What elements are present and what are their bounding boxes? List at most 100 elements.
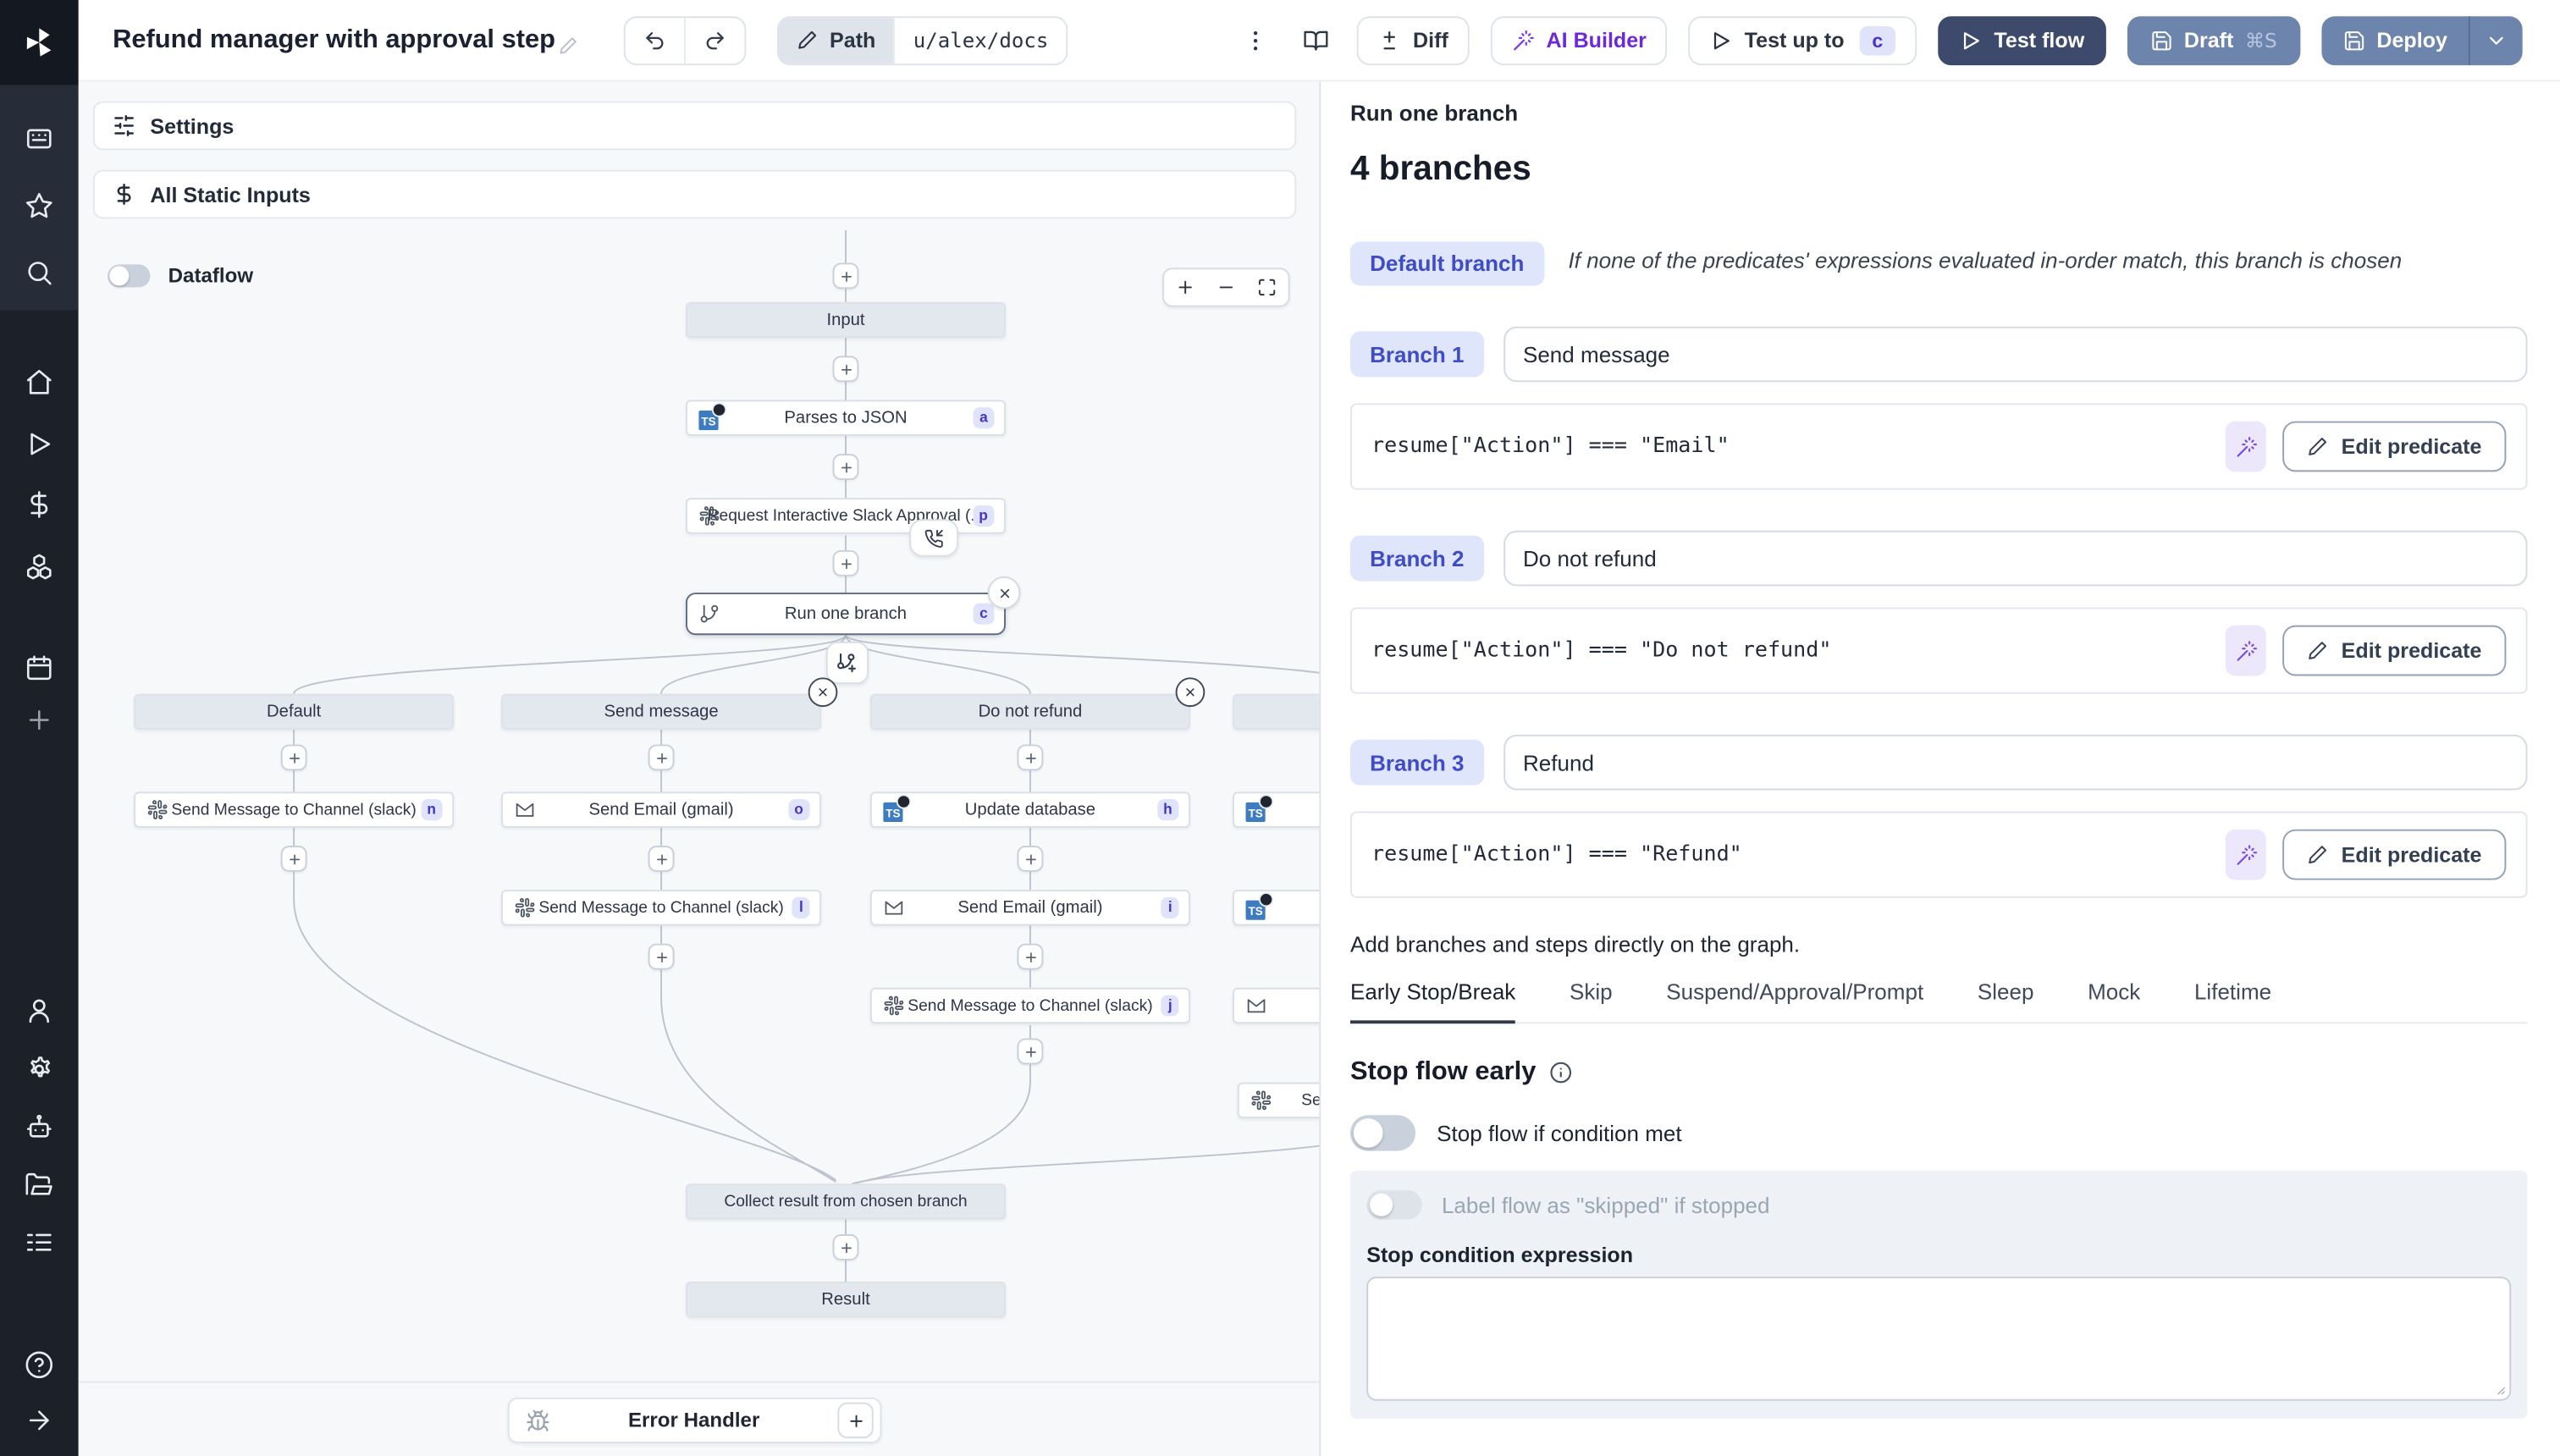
stop-flow-toggle[interactable] (1349, 1115, 1416, 1151)
flow-step-send-email-i[interactable]: Send Email (gmail) i (869, 890, 1190, 926)
sidebar-item-home[interactable] (25, 367, 54, 397)
settings-accordion[interactable]: Settings (92, 101, 1297, 151)
path-button[interactable]: Path (779, 17, 894, 63)
zoom-in-icon[interactable] (1175, 278, 1194, 297)
flow-title[interactable]: Refund manager with approval step (113, 25, 555, 55)
deploy-options-button[interactable] (2469, 15, 2523, 65)
branch-header-send-message[interactable]: Send message (501, 693, 822, 731)
deploy-button[interactable]: Deploy (2321, 15, 2469, 64)
branch-header-refund[interactable] (1233, 693, 1320, 731)
sidebar-item-help[interactable] (25, 1350, 54, 1380)
edit-predicate-button[interactable]: Edit predicate (2282, 421, 2507, 472)
branch-name-input[interactable] (1503, 326, 2528, 383)
flow-step-send-slack-j[interactable]: Send Message to Channel (slack) j (869, 987, 1190, 1024)
branch-header-default[interactable]: Default (134, 693, 455, 731)
sidebar-item-add[interactable] (25, 705, 54, 735)
save-icon (2342, 29, 2365, 52)
more-menu-button[interactable] (1237, 17, 1276, 63)
add-error-handler-button[interactable] (837, 1402, 874, 1439)
undo-button[interactable] (626, 17, 684, 63)
dataflow-toggle[interactable] (108, 264, 151, 288)
flow-node-input[interactable]: Input (686, 301, 1007, 339)
sidebar-collapse-button[interactable] (25, 1406, 54, 1436)
fit-view-icon[interactable] (1258, 278, 1277, 297)
edit-predicate-button[interactable]: Edit predicate (2282, 829, 2507, 880)
sidebar-item-folders[interactable] (25, 1171, 54, 1200)
ai-builder-button[interactable]: AI Builder (1490, 15, 1669, 65)
tab-early-stop-break[interactable]: Early Stop/Break (1349, 979, 1516, 1024)
sidebar-item-schedules[interactable] (25, 653, 54, 682)
ai-predicate-button[interactable] (2225, 829, 2266, 880)
sidebar-item-logs[interactable] (25, 1227, 54, 1257)
ai-predicate-button[interactable] (2225, 421, 2266, 472)
branch-header-do-not-refund[interactable]: Do not refund (869, 693, 1190, 731)
flow-step-send-email-o[interactable]: Send Email (gmail) o (501, 791, 822, 828)
flow-step-parses-to-json[interactable]: TS Parses to JSON a (686, 400, 1007, 436)
redo-button[interactable] (684, 17, 744, 63)
tab-sleep[interactable]: Sleep (1978, 979, 2034, 1022)
flow-step-send-slack-l[interactable]: Send Message to Channel (slack) l (501, 890, 822, 926)
tab-lifetime[interactable]: Lifetime (2194, 979, 2271, 1022)
sidebar-item-variables[interactable] (25, 490, 54, 520)
flow-step-run-one-branch[interactable]: Run one branch c (686, 593, 1007, 636)
path-value[interactable]: u/alex/docs (893, 17, 1067, 63)
sidebar-item-workspace[interactable] (25, 124, 54, 154)
draft-button[interactable]: Draft ⌘S (2127, 15, 2300, 65)
flow-node-result[interactable]: Result (686, 1281, 1007, 1318)
insert-step-button[interactable] (1017, 943, 1044, 970)
static-inputs-accordion[interactable]: All Static Inputs (92, 169, 1297, 219)
flow-step-partial-gmail[interactable] (1233, 987, 1320, 1024)
test-up-to-button[interactable]: Test up to c (1689, 15, 1917, 65)
info-icon[interactable] (1549, 1062, 1572, 1084)
test-flow-button[interactable]: Test flow (1938, 15, 2106, 65)
diff-button[interactable]: Diff (1357, 15, 1470, 65)
insert-step-button[interactable] (832, 549, 859, 576)
flow-step-partial-ts[interactable]: TS (1233, 890, 1320, 926)
tab-mock[interactable]: Mock (2088, 979, 2140, 1022)
add-branch-button[interactable] (825, 641, 869, 685)
branch-name-input[interactable] (1503, 530, 2528, 587)
error-handler-node[interactable]: Error Handler (507, 1397, 882, 1443)
sidebar-item-users[interactable] (25, 995, 54, 1025)
insert-step-button[interactable] (280, 744, 307, 771)
zoom-out-icon[interactable] (1217, 278, 1236, 297)
sidebar-item-runs[interactable] (25, 429, 54, 459)
insert-step-button[interactable] (648, 744, 675, 771)
ai-predicate-button[interactable] (2225, 625, 2266, 676)
insert-step-button[interactable] (832, 262, 859, 290)
delete-step-button[interactable] (987, 576, 1021, 609)
edit-title-icon[interactable] (559, 35, 578, 54)
docs-button[interactable] (1297, 17, 1336, 63)
delete-branch-button[interactable] (808, 677, 838, 708)
insert-step-button[interactable] (832, 454, 859, 481)
insert-step-button[interactable] (832, 1234, 859, 1260)
flow-step-update-database-h[interactable]: TS Update database h (869, 791, 1190, 828)
sidebar-item-favorites[interactable] (25, 191, 54, 221)
insert-step-button[interactable] (832, 356, 859, 383)
delete-branch-button[interactable] (1175, 677, 1206, 708)
resize-handle-icon[interactable] (2491, 1382, 2506, 1396)
flow-graph-canvas[interactable]: Dataflow Input TS Parses to JSON a Reque… (78, 229, 1320, 1456)
sidebar-item-workers[interactable] (25, 1111, 54, 1141)
flow-step-partial-ts[interactable]: TS (1233, 791, 1320, 828)
tab-skip[interactable]: Skip (1570, 979, 1613, 1022)
insert-step-button[interactable] (1017, 744, 1044, 771)
edit-predicate-button[interactable]: Edit predicate (2282, 625, 2507, 676)
sidebar-item-search[interactable] (25, 258, 54, 288)
insert-step-button[interactable] (648, 943, 675, 970)
flow-step-partial-slack[interactable]: Sen (1237, 1082, 1320, 1119)
branch-name-input[interactable] (1503, 734, 2528, 791)
windmill-logo[interactable] (0, 0, 79, 85)
label-skipped-toggle[interactable] (1366, 1189, 1422, 1220)
sidebar-item-resources[interactable] (25, 552, 54, 582)
insert-step-button[interactable] (1017, 846, 1044, 872)
stop-condition-input[interactable] (1366, 1277, 2512, 1401)
flow-node-collect-result[interactable]: Collect result from chosen branch (686, 1183, 1007, 1220)
insert-step-button[interactable] (1017, 1038, 1044, 1065)
flow-step-send-slack-n[interactable]: Send Message to Channel (slack) n (134, 791, 455, 828)
tab-suspend-approval-prompt[interactable]: Suspend/Approval/Prompt (1666, 979, 1923, 1022)
suspend-approval-indicator[interactable] (909, 519, 959, 557)
insert-step-button[interactable] (280, 846, 307, 872)
insert-step-button[interactable] (648, 846, 675, 872)
sidebar-item-settings[interactable] (25, 1055, 54, 1084)
